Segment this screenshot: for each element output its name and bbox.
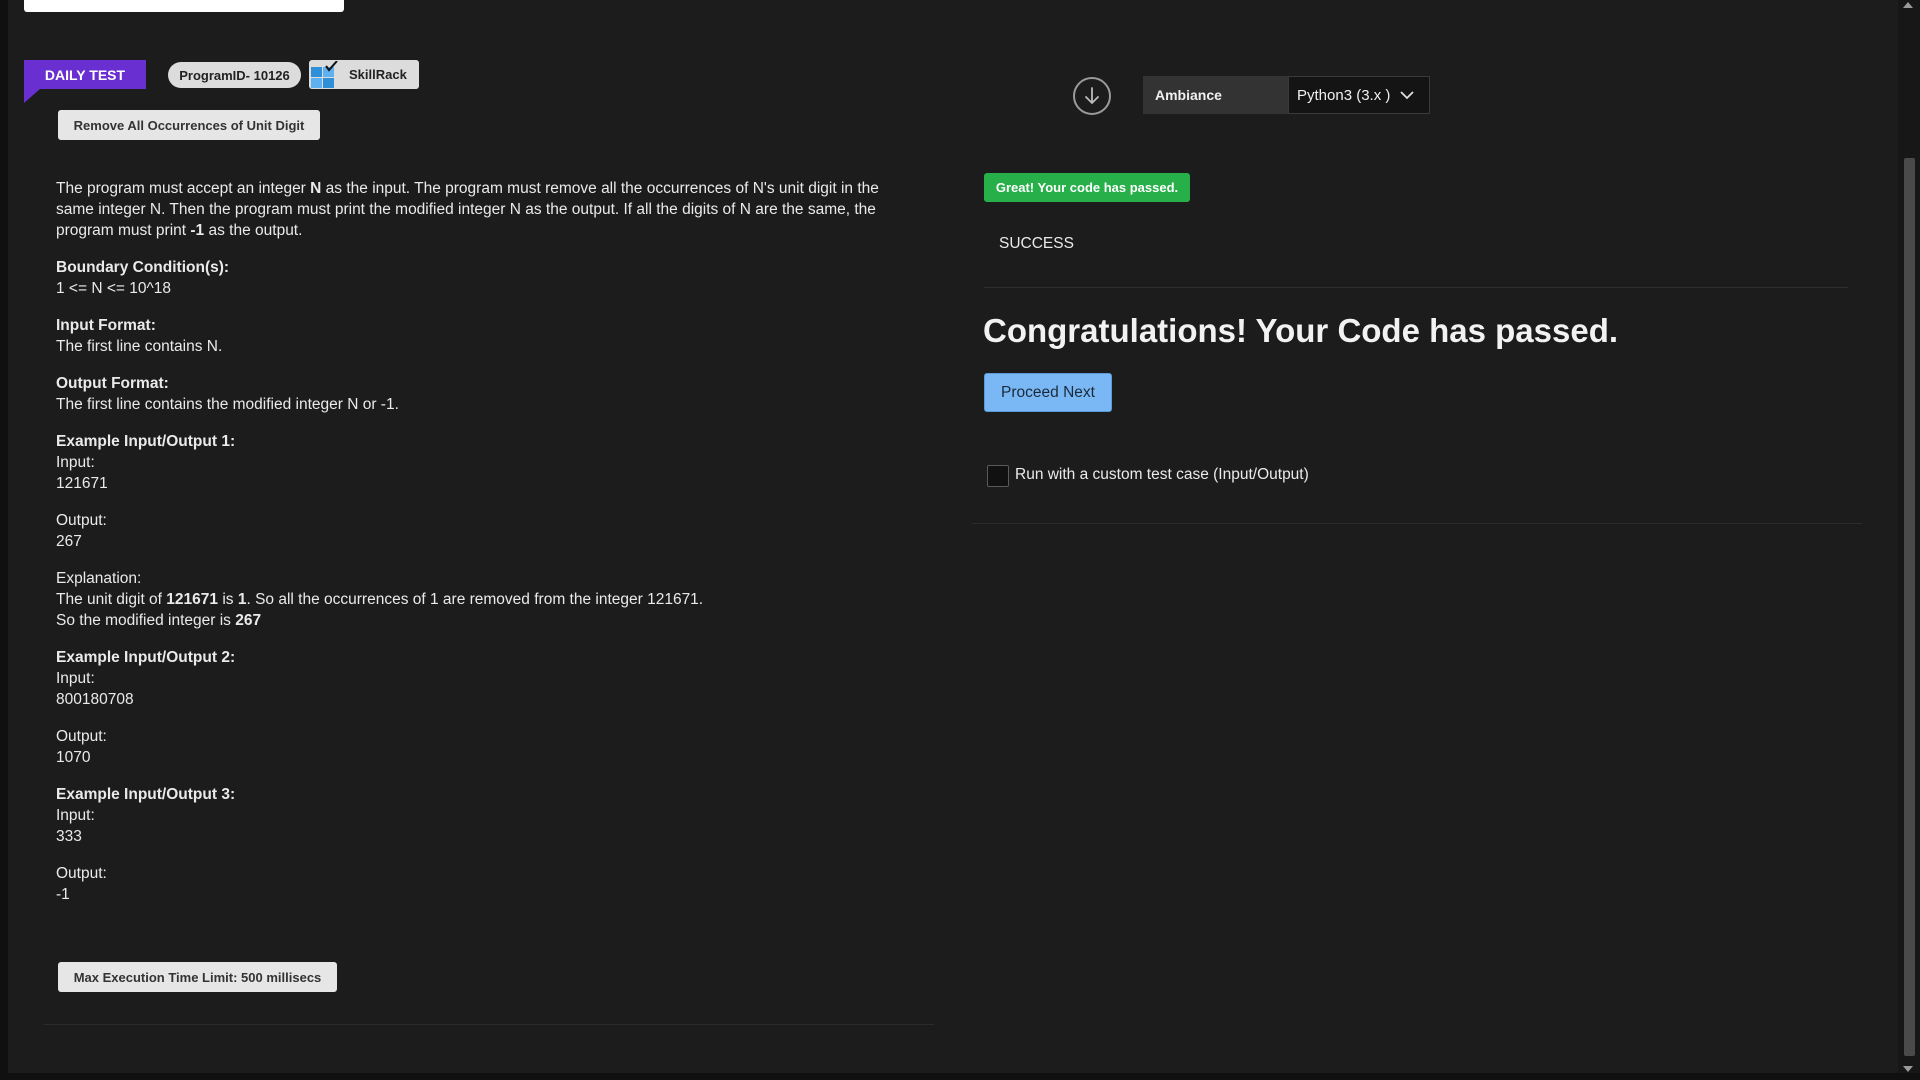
result-divider [984,287,1848,288]
skillrack-badge[interactable]: SkillRack [309,60,419,89]
congrats-heading: Congratulations! Your Code has passed. [983,312,1619,349]
daily-test-ribbon-tail [24,89,40,103]
custom-test-checkbox[interactable] [987,465,1009,487]
top-search-field[interactable] [24,0,344,12]
scroll-up-arrow-icon[interactable] [1903,2,1913,8]
proceed-next-button[interactable]: Proceed Next [984,373,1112,412]
download-button[interactable] [1073,77,1111,115]
language-value: Python3 (3.x ) [1297,86,1391,104]
scrollbar-thumb[interactable] [1904,158,1915,1056]
skillrack-label: SkillRack [349,67,407,82]
right-divider [972,523,1862,524]
problem-description: The program must accept an integer N as … [56,178,916,921]
left-divider [44,1024,934,1025]
chevron-down-icon [1400,91,1414,100]
page: DAILY TEST ProgramID- 10126 SkillRack Re… [0,0,1920,1080]
example-3-input: Example Input/Output 3: Input: 333 [56,786,236,845]
custom-test-label[interactable]: Run with a custom test case (Input/Outpu… [1015,466,1309,484]
input-format-section: Input Format: The first line contains N. [56,317,223,355]
scroll-down-arrow-icon[interactable] [1903,1066,1913,1072]
bottom-edge [0,1073,1920,1080]
passed-badge: Great! Your code has passed. [984,173,1190,202]
download-arrow-icon [1085,87,1099,105]
example-2-output: Output: 1070 [56,728,107,766]
status-text: SUCCESS [999,235,1074,252]
problem-title: Remove All Occurrences of Unit Digit [58,110,320,140]
boundary-section: Boundary Condition(s): 1 <= N <= 10^18 [56,259,230,297]
theme-selector[interactable]: Ambiance [1143,76,1289,114]
example-1-explanation: Explanation: The unit digit of 121671 is … [56,570,704,629]
program-id-badge: ProgramID- 10126 [168,62,301,88]
daily-test-badge: DAILY TEST [24,60,146,89]
example-1-output: Output: 267 [56,512,107,550]
time-limit-badge: Max Execution Time Limit: 500 millisecs [58,962,337,992]
left-edge [0,0,8,1080]
language-select[interactable]: Python3 (3.x ) [1288,76,1430,114]
example-2-input: Example Input/Output 2: Input: 800180708 [56,649,236,708]
output-format-section: Output Format: The first line contains th… [56,375,399,413]
example-1-input: Example Input/Output 1: Input: 121671 [56,433,236,492]
example-3-output: Output: -1 [56,865,107,903]
skillrack-logo-icon [309,60,339,89]
problem-intro: The program must accept an integer N as … [56,180,879,239]
